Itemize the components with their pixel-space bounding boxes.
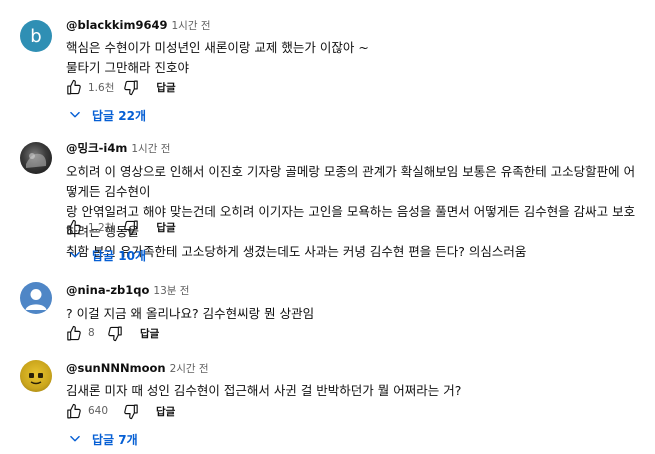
comment-author[interactable]: @밍크-i4m: [66, 141, 127, 155]
comment-header: @nina-zb1qo 13분 전: [66, 283, 641, 298]
chevron-down-icon: [66, 246, 84, 264]
reply-button[interactable]: 답글: [156, 220, 175, 235]
thumbs-up-icon[interactable]: [64, 218, 82, 236]
comment-text-line: 핵심은 수현이가 미성년인 새론이랑 교제 했는가 이잖아 ~: [66, 40, 369, 55]
reply-button[interactable]: 답글: [156, 404, 175, 419]
comment-time[interactable]: 1시간 전: [171, 20, 210, 32]
like-count: 1.6천: [88, 81, 115, 94]
avatar[interactable]: [20, 360, 52, 392]
avatar-photo: [26, 153, 47, 168]
view-replies-button[interactable]: 답글 7개: [66, 429, 138, 449]
comment-time[interactable]: 2시간 전: [170, 363, 209, 375]
thumbs-up-icon[interactable]: [64, 324, 82, 342]
avatar[interactable]: [20, 282, 52, 314]
chevron-down-icon: [66, 430, 84, 448]
avatar[interactable]: [20, 142, 52, 174]
comment-text-line: ? 이걸 지금 왜 올리나요? 김수현씨랑 뭔 상관임: [66, 306, 315, 321]
thumbs-down-icon[interactable]: [122, 402, 140, 420]
comment-author[interactable]: @blackkim9649: [66, 18, 167, 32]
comment-text-line: 취함 본인 유가족한테 고소당하게 생겼는데도 사과는 커녕 김수현 편을 든다…: [66, 244, 527, 259]
reply-button[interactable]: 답글: [140, 326, 159, 341]
comment-time[interactable]: 13분 전: [153, 285, 189, 297]
avatar-photo: [29, 373, 43, 385]
view-replies-button[interactable]: 답글 22개: [66, 105, 146, 125]
avatar[interactable]: b: [20, 20, 52, 52]
view-replies-label: 답글 22개: [92, 108, 146, 123]
default-user-icon: [25, 289, 47, 310]
chevron-down-icon: [66, 106, 84, 124]
comment-actions: 1.6천 답글: [64, 78, 176, 96]
comment-header: @blackkim9649 1시간 전: [66, 18, 641, 33]
comment-text-line: 오히려 이 영상으로 인해서 이진호 기자랑 골메랑 모종의 관계가 확실해보임…: [66, 164, 636, 199]
comment-text: 핵심은 수현이가 미성년인 새론이랑 교제 했는가 이잖아 ~ 물타기 그만해라…: [66, 38, 641, 78]
comment-header: @sunNNNmoon 2시간 전: [66, 361, 641, 376]
view-replies-label: 답글 7개: [92, 432, 138, 447]
avatar-letter: b: [30, 25, 42, 47]
comment-actions: 640 답글: [64, 402, 175, 420]
thumbs-down-icon[interactable]: [122, 218, 140, 236]
comment-text-line: 물타기 그만해라 진호야: [66, 60, 189, 75]
thumbs-down-icon[interactable]: [122, 78, 140, 96]
comment-text: 김새론 미자 때 성인 김수현이 접근해서 사귄 걸 반박하던가 뭘 어쩌라는 …: [66, 381, 641, 401]
comment-text: 오히려 이 영상으로 인해서 이진호 기자랑 골메랑 모종의 관계가 확실해보임…: [66, 162, 641, 262]
comment-text: ? 이걸 지금 왜 올리나요? 김수현씨랑 뭔 상관임: [66, 304, 641, 324]
comment-author[interactable]: @nina-zb1qo: [66, 283, 149, 297]
comment-text-line: 김새론 미자 때 성인 김수현이 접근해서 사귄 걸 반박하던가 뭘 어쩌라는 …: [66, 383, 462, 398]
reply-button[interactable]: 답글: [156, 80, 175, 95]
thumbs-up-icon[interactable]: [64, 402, 82, 420]
comment-author[interactable]: @sunNNNmoon: [66, 361, 166, 375]
comment-time[interactable]: 1시간 전: [131, 143, 170, 155]
comment-actions: 8 답글: [64, 324, 159, 342]
thumbs-down-icon[interactable]: [106, 324, 124, 342]
like-count: 640: [88, 405, 109, 417]
thumbs-up-icon[interactable]: [64, 78, 82, 96]
view-replies-button[interactable]: 답글 10개: [66, 245, 146, 265]
view-replies-label: 답글 10개: [92, 248, 146, 263]
comment-actions: 1.2천 답글: [64, 218, 176, 236]
like-count: 1.2천: [88, 221, 115, 234]
comment-header: @밍크-i4m 1시간 전: [66, 141, 641, 156]
like-count: 8: [88, 327, 95, 339]
